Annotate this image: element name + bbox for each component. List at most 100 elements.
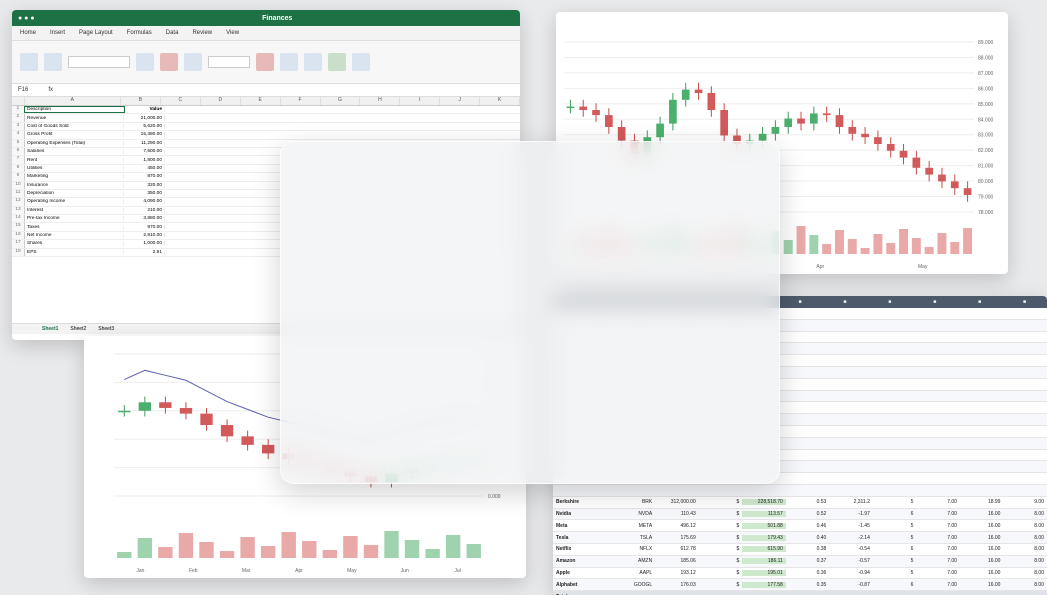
candle-body — [579, 106, 588, 110]
table-row[interactable]: 1 Description Value — [12, 106, 520, 115]
volume-bar — [963, 228, 973, 254]
table-row: Berkshire BRK 312,000.00 $228,518.70 0.53 2,3… — [553, 497, 1047, 509]
table-row — [553, 484, 1047, 497]
candle-body — [950, 181, 959, 189]
table-row: Netflix NFLX 612.78 $615.90 0.38 -0.54 6 7.00 16… — [553, 544, 1047, 556]
x-tick-label: Mar — [242, 568, 251, 574]
tab-view[interactable]: View — [226, 30, 239, 36]
volume-bar — [158, 547, 173, 558]
tab-home[interactable]: Home — [20, 30, 36, 36]
volume-bar — [199, 542, 214, 558]
volume-bar — [466, 544, 481, 558]
x-tick-label: May — [347, 568, 357, 574]
y-tick-label: 88.000 — [978, 55, 994, 61]
conditional-format-button[interactable] — [256, 53, 274, 71]
volume-bar — [873, 234, 883, 254]
candle-body — [669, 99, 677, 124]
x-tick-label: Feb — [189, 568, 198, 574]
candle-body — [771, 127, 780, 134]
candle-body — [784, 118, 793, 127]
volume-bar — [809, 235, 819, 254]
y-tick-label: 80.000 — [978, 179, 994, 185]
volume-bar — [911, 238, 921, 254]
table-row: Meta META 496.12 $501.88 0.46 -1.45 5 7.00 16.00… — [553, 520, 1047, 533]
tab-formulas[interactable]: Formulas — [127, 30, 152, 36]
name-box[interactable]: F16 — [18, 87, 28, 93]
x-tick-label: Apr — [816, 264, 824, 270]
volume-bar — [322, 550, 338, 558]
fill-color-button[interactable] — [160, 53, 178, 71]
volume-bar — [937, 233, 947, 254]
y-tick-label: 87.000 — [978, 71, 994, 77]
volume-bar — [924, 247, 934, 254]
table-row[interactable]: 3 Cost of Goods Sold 5,620.00 — [12, 122, 520, 132]
y-tick-label: 83.000 — [978, 133, 994, 139]
y-tick-label: 82.000 — [978, 148, 994, 154]
volume-bar — [281, 532, 296, 558]
tab-data[interactable]: Data — [166, 30, 179, 36]
x-tick-label: May — [918, 264, 928, 270]
sheet-tab-3[interactable]: Sheet3 — [98, 326, 114, 332]
volume-bar — [240, 537, 255, 558]
candle-body — [220, 425, 234, 437]
tab-review[interactable]: Review — [192, 30, 212, 36]
x-tick-label: Jun — [401, 568, 409, 574]
font-dropdown[interactable] — [68, 56, 130, 68]
candle-body — [822, 113, 831, 116]
volume-bar — [899, 229, 909, 254]
candle-body — [118, 410, 131, 413]
candle-body — [617, 127, 626, 141]
volume-bar — [886, 243, 896, 254]
window-controls[interactable]: ● ● ● — [18, 15, 35, 22]
candle-body — [963, 188, 972, 195]
paste-button[interactable] — [20, 53, 38, 71]
candle-body — [159, 402, 172, 408]
candle-body — [835, 115, 844, 127]
spreadsheet-titlebar: ● ● ● Finances — [12, 10, 520, 26]
y-tick-label: 85.000 — [978, 102, 994, 108]
y-tick-label: 0.000 — [488, 494, 501, 500]
cut-button[interactable] — [44, 53, 62, 71]
candle-body — [592, 110, 600, 116]
volume-bar — [822, 244, 832, 254]
sort-filter-button[interactable] — [352, 53, 370, 71]
y-tick-label: 84.000 — [978, 117, 994, 123]
tab-page-layout[interactable]: Page Layout — [79, 30, 113, 36]
insert-cells-button[interactable] — [328, 53, 346, 71]
cell-styles-button[interactable] — [304, 53, 322, 71]
candle-body — [262, 444, 275, 454]
table-row: Amazon AMZN 185.06 $186.11 0.37 -0.57 5 7.00 16.… — [553, 555, 1047, 568]
table-row[interactable]: 2 Revenue 21,000.00 — [12, 114, 520, 123]
spreadsheet-title: Finances — [262, 14, 293, 22]
table-row[interactable]: 4 Gross Profit 15,380.00 — [12, 131, 520, 140]
sheet-tab-2[interactable]: Sheet2 — [70, 326, 86, 332]
column-headers: ABCDEFGHIJK — [12, 97, 520, 106]
formula-bar[interactable]: F16 fx — [12, 84, 520, 97]
candle-body — [720, 110, 728, 136]
align-button[interactable] — [184, 53, 202, 71]
x-tick-label: Apr — [295, 568, 303, 574]
candle-body — [848, 127, 857, 134]
candle-body — [886, 144, 895, 151]
y-tick-label: 86.000 — [978, 86, 994, 92]
format-table-button[interactable] — [280, 53, 298, 71]
fx-icon: fx — [48, 87, 54, 93]
candle-body — [797, 118, 805, 124]
volume-bar — [137, 538, 153, 558]
volume-bar — [363, 545, 379, 558]
tab-insert[interactable]: Insert — [50, 30, 65, 36]
table-row: Tesla TSLA 175.69 $179.43 0.40 -2.14 5 7.00 16.0… — [553, 532, 1047, 544]
volume-bar — [860, 248, 870, 254]
bold-button[interactable] — [136, 53, 154, 71]
ribbon — [12, 41, 520, 84]
volume-bar — [425, 549, 440, 558]
volume-bar — [783, 240, 793, 254]
candle-body — [874, 137, 882, 144]
number-format-dropdown[interactable] — [208, 56, 250, 68]
candle-body — [200, 413, 213, 425]
sheet-tab-1[interactable]: Sheet1 — [42, 326, 58, 332]
volume-bar — [343, 536, 358, 558]
frosted-overlay-panel — [280, 141, 780, 484]
x-tick-label: Jul — [454, 568, 460, 574]
table-row: Nvidia NVDA 110.43 $113.57 0.52 -1.97 6 7.00 16.… — [553, 508, 1047, 521]
